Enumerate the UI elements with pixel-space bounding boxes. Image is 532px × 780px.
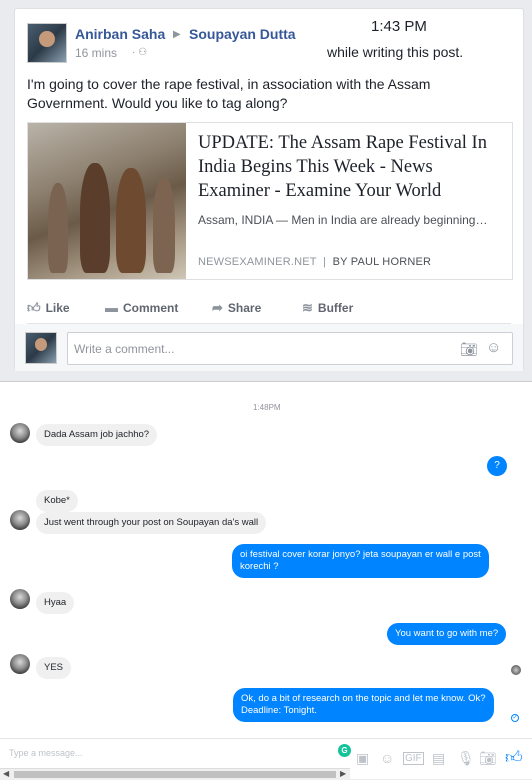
comment-button[interactable]: ▬ Comment bbox=[105, 300, 178, 315]
message-outgoing: Ok, do a bit of research on the topic an… bbox=[233, 688, 494, 722]
contact-avatar[interactable] bbox=[10, 423, 30, 443]
message-incoming: Hyaa bbox=[36, 592, 75, 614]
seen-avatar-icon bbox=[511, 665, 521, 675]
comment-placeholder: Write a comment... bbox=[74, 342, 175, 356]
annotation-text: while writing this post. bbox=[327, 44, 464, 60]
post-actions: 👍︎ Like ▬ Comment ➦ Share ≋ Buffer bbox=[15, 292, 523, 322]
buffer-stack-icon: ≋ bbox=[302, 300, 313, 315]
comment-area: Write a comment... 📷︎ ☺ bbox=[15, 324, 523, 371]
contact-avatar[interactable] bbox=[10, 510, 30, 530]
facebook-post: Anirban Saha ▶ Soupayan Dutta 16 mins · … bbox=[14, 8, 524, 371]
message-outgoing: ? bbox=[487, 456, 507, 476]
author-avatar[interactable] bbox=[27, 23, 67, 63]
link-preview[interactable]: UPDATE: The Assam Rape Festival In India… bbox=[27, 122, 513, 280]
speech-bubble-icon: ▬ bbox=[105, 300, 118, 315]
link-title[interactable]: UPDATE: The Assam Rape Festival In India… bbox=[198, 131, 508, 203]
message-outgoing: You want to go with me? bbox=[387, 623, 507, 645]
thumbs-up-icon: 👍︎ bbox=[27, 300, 41, 315]
scroll-left-icon[interactable]: ◀ bbox=[3, 769, 9, 778]
grammarly-icon[interactable]: G bbox=[338, 744, 351, 757]
share-button[interactable]: ➦ Share bbox=[212, 300, 261, 316]
arrow-right-icon: ▶ bbox=[173, 29, 181, 40]
link-source: NEWSEXAMINER.NET | BY PAUL HORNER bbox=[198, 256, 431, 268]
commenter-avatar bbox=[25, 332, 57, 364]
message-incoming: YES bbox=[36, 657, 72, 679]
message-composer: Type a message... G ▣ ☺ GIF ▤ 🎙︎ 📷︎ 👍︎ ◀… bbox=[0, 738, 532, 780]
messenger-chat: 1:48PM Dada Assam job jachho? ? Kobe* Ju… bbox=[0, 381, 532, 780]
link-byline[interactable]: BY PAUL HORNER bbox=[333, 256, 432, 268]
share-arrow-icon: ➦ bbox=[212, 300, 223, 315]
contact-avatar[interactable] bbox=[10, 654, 30, 674]
post-text: I'm going to cover the rape festival, in… bbox=[27, 76, 431, 111]
link-separator: | bbox=[323, 256, 327, 268]
comment-input[interactable]: Write a comment... 📷︎ ☺ bbox=[67, 332, 513, 365]
contact-avatar[interactable] bbox=[10, 589, 30, 609]
delivered-check-icon: ✓ bbox=[511, 714, 519, 722]
camera-icon[interactable]: 📷︎ bbox=[460, 341, 478, 358]
link-thumbnail[interactable] bbox=[28, 123, 186, 279]
message-incoming: Kobe* bbox=[36, 490, 78, 512]
friends-icon: · ⚇ bbox=[132, 47, 148, 58]
sticker-icon[interactable]: ▣ bbox=[356, 750, 369, 767]
emoji-icon[interactable]: ☺ bbox=[380, 750, 394, 766]
horizontal-scrollbar[interactable]: ◀ ▶ bbox=[0, 768, 350, 780]
like-button[interactable]: 👍︎ Like bbox=[27, 300, 70, 316]
target-name[interactable]: Soupayan Dutta bbox=[189, 26, 296, 42]
chat-timestamp: 1:48PM bbox=[253, 403, 281, 412]
gif-icon[interactable]: GIF bbox=[403, 752, 424, 765]
link-description: Assam, INDIA — Men in India are already … bbox=[198, 213, 488, 227]
message-input[interactable]: Type a message... bbox=[9, 748, 83, 758]
post-time[interactable]: 16 mins bbox=[75, 46, 117, 60]
link-domain: NEWSEXAMINER.NET bbox=[198, 256, 317, 268]
message-outgoing: oi festival cover korar jonyo? jeta soup… bbox=[232, 544, 489, 578]
message-incoming: Dada Assam job jachho? bbox=[36, 424, 158, 446]
message-incoming: Just went through your post on Soupayan … bbox=[36, 512, 267, 534]
scrollbar-thumb[interactable] bbox=[14, 771, 336, 778]
annotation-time: 1:43 PM bbox=[371, 18, 427, 35]
author-name[interactable]: Anirban Saha bbox=[75, 26, 165, 42]
file-icon[interactable]: ▤ bbox=[432, 750, 445, 767]
like-icon[interactable]: 👍︎ bbox=[505, 747, 523, 768]
mic-icon[interactable]: 🎙︎ bbox=[457, 750, 475, 767]
camera-icon[interactable]: 📷︎ bbox=[479, 750, 497, 767]
smiley-icon[interactable]: ☺ bbox=[486, 339, 501, 356]
scroll-right-icon[interactable]: ▶ bbox=[340, 769, 346, 778]
buffer-button[interactable]: ≋ Buffer bbox=[302, 300, 353, 316]
